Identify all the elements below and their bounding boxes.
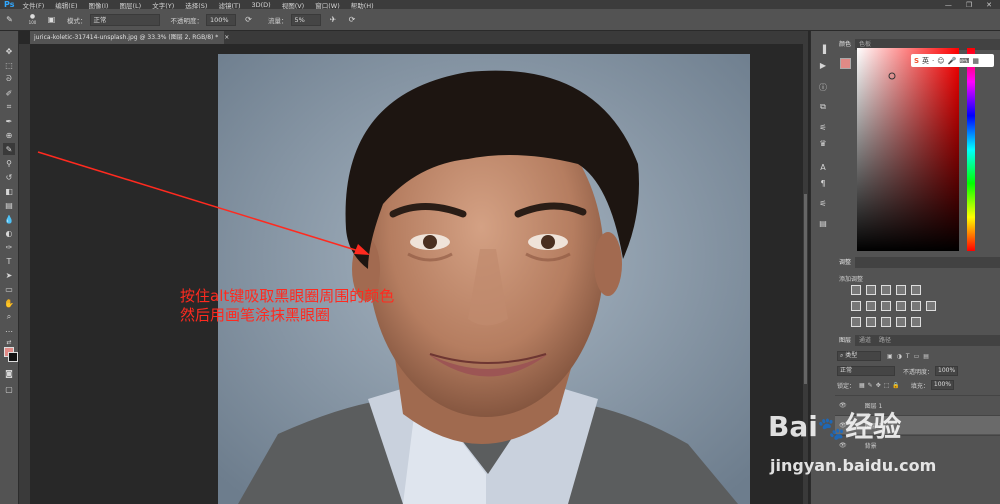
fill-value: 100% <box>933 381 952 388</box>
tab-channels[interactable]: 通道 <box>855 335 875 346</box>
layer-filter-row: ⌕ 类型 ▣◑T▭▤ <box>837 351 997 361</box>
sogou-mode[interactable]: 英 <box>922 56 929 66</box>
info-panel-icon[interactable]: ⓘ <box>817 81 829 93</box>
baidu-paw-icon: 🐾 <box>817 417 846 442</box>
color-balance-icon[interactable] <box>866 301 876 311</box>
adjustment-icons-row-1 <box>851 285 921 295</box>
sogou-logo: S <box>914 56 920 65</box>
glyphs-panel-icon[interactable]: ⚟ <box>817 197 829 209</box>
photo-filter-icon[interactable] <box>896 301 906 311</box>
annotation-line-1: 按住alt键吸取黑眼圈周围的颜色 <box>180 287 395 305</box>
sogou-keyboard-icon[interactable]: ⌨ <box>959 57 969 65</box>
layer-kind-value: 类型 <box>845 352 858 359</box>
sogou-emoji-icon[interactable]: ☺ <box>937 57 944 65</box>
baidu-watermark: Bai🐾经验 <box>768 412 901 445</box>
foreground-swatch-panel[interactable] <box>840 58 851 69</box>
channel-mixer-icon[interactable] <box>911 301 921 311</box>
tab-color[interactable]: 颜色 <box>835 39 856 50</box>
canvas-scrollbar-thumb[interactable] <box>804 194 807 384</box>
adjustments-panel-tabs: 调整 <box>835 257 1000 268</box>
tab-layers[interactable]: 图层 <box>835 335 856 346</box>
add-adjustment-label: 添加调整 <box>839 276 864 283</box>
fill-label: 填充： <box>910 382 929 390</box>
clone-source-icon[interactable]: ♛ <box>817 137 829 149</box>
sogou-menu-icon[interactable]: ▦ <box>972 57 979 65</box>
curves-icon[interactable] <box>881 285 891 295</box>
sogou-punct-icon[interactable]: · <box>932 57 934 65</box>
brightness-icon[interactable] <box>851 285 861 295</box>
vibrance-icon[interactable] <box>911 285 921 295</box>
selective-color-icon[interactable] <box>896 317 906 327</box>
layer-opacity-label: 不透明度： <box>903 368 934 376</box>
paragraph-panel-icon[interactable]: ¶ <box>817 177 829 189</box>
invert-icon[interactable] <box>851 317 861 327</box>
adjustment-icons-row-3 <box>851 317 921 327</box>
actions-play-icon[interactable]: ▶ <box>817 59 829 71</box>
hue-slider[interactable] <box>967 48 975 251</box>
properties-panel-icon[interactable]: ⧉ <box>817 101 829 113</box>
layer-filter-icons[interactable]: ▣◑T▭▤ <box>887 353 933 360</box>
layer-blend-row: 正常 不透明度： 100% <box>837 366 997 376</box>
levels-icon[interactable] <box>866 285 876 295</box>
tab-paths[interactable]: 路径 <box>875 335 895 346</box>
history-panel-icon[interactable]: ▐ <box>817 43 829 55</box>
color-picker-ring <box>888 72 896 80</box>
layer-blend-mode-value: 正常 <box>840 367 853 374</box>
layer-lock-row: 锁定： ▦✎✥⬚🔒 填充： 100% <box>837 380 997 390</box>
gradient-map-icon[interactable] <box>911 317 921 327</box>
hue-saturation-icon[interactable] <box>851 301 861 311</box>
character-panel-icon[interactable]: A <box>817 161 829 173</box>
layer-visibility-icon[interactable]: 👁 <box>839 402 847 409</box>
adjustment-icons-row-2 <box>851 301 936 311</box>
baidu-brand: Bai <box>768 410 818 443</box>
tab-adjustments[interactable]: 调整 <box>835 257 856 268</box>
annotation-arrow-line <box>37 151 363 253</box>
exposure-icon[interactable] <box>896 285 906 295</box>
annotation-line-2: 然后用画笔涂抹黑眼圈 <box>180 306 331 324</box>
sogou-ime-toolbar[interactable]: S 英 · ☺ 🎤 ⌨ ▦ <box>911 54 994 67</box>
sogou-voice-icon[interactable]: 🎤 <box>948 57 957 65</box>
layers-panel-tabs: 图层 通道 路径 <box>835 335 1000 346</box>
brush-panel-icon[interactable]: ⚟ <box>817 121 829 133</box>
threshold-icon[interactable] <box>881 317 891 327</box>
lock-label: 锁定： <box>837 382 856 390</box>
layer-opacity-value: 100% <box>938 367 956 374</box>
color-field[interactable] <box>857 48 959 251</box>
baidu-watermark-url: jingyan.baidu.com <box>770 456 937 475</box>
baidu-brand-2: 经验 <box>845 410 902 443</box>
layer-kind-filter[interactable]: ⌕ 类型 <box>837 351 881 361</box>
layer-opacity-input[interactable]: 100% <box>935 366 959 376</box>
annotation-text: 按住alt键吸取黑眼圈周围的颜色 然后用画笔涂抹黑眼圈 <box>180 287 394 325</box>
lock-icons[interactable]: ▦✎✥⬚🔒 <box>859 382 903 389</box>
annotation-arrow-head <box>354 244 370 255</box>
layer-name: 图层 1 <box>864 402 883 410</box>
tool-presets-icon[interactable]: ▤ <box>817 217 829 229</box>
color-lookup-icon[interactable] <box>926 301 936 311</box>
fill-input[interactable]: 100% <box>930 380 955 390</box>
layer-blend-mode-select[interactable]: 正常 <box>837 366 895 376</box>
posterize-icon[interactable] <box>866 317 876 327</box>
black-white-icon[interactable] <box>881 301 891 311</box>
